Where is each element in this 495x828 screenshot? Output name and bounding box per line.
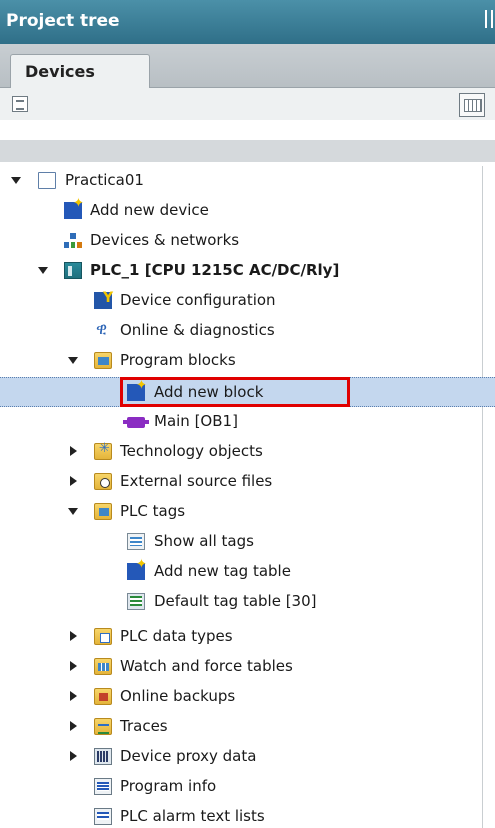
new-item-icon[interactable] <box>12 96 28 112</box>
tree-item-label: Show all tags <box>154 532 254 550</box>
ob-block-icon <box>123 417 149 428</box>
tree-item-label: Online backups <box>120 687 236 705</box>
tree-item-plc-1[interactable]: PLC_1 [CPU 1215C AC/DC/Rly] <box>0 256 482 286</box>
technology-objects-folder-icon <box>94 441 112 460</box>
tree-item-main-ob1[interactable]: Main [OB1] <box>0 407 482 437</box>
online-backups-folder-icon <box>94 688 112 705</box>
tree-item-label: PLC alarm text lists <box>120 807 265 825</box>
online-diagnostics-icon <box>94 319 112 339</box>
plc-data-types-folder-icon <box>94 628 112 645</box>
tree-item-online-backups[interactable]: Online backups <box>0 682 482 712</box>
project-tree-title-bar: Project tree <box>0 0 495 44</box>
tree-item-label: Watch and force tables <box>120 657 293 675</box>
tree-item-label: Program blocks <box>120 351 236 369</box>
watch-force-folder-icon <box>94 658 112 675</box>
tree-item-label: Devices & networks <box>90 231 240 249</box>
tree-item-label: Device configuration <box>120 291 276 309</box>
tree-item-plc-alarm-text-lists[interactable]: PLC alarm text lists <box>0 802 482 828</box>
collapse-arrow-icon[interactable] <box>70 691 77 701</box>
devices-networks-icon <box>64 232 82 249</box>
tag-table-icon <box>127 593 145 610</box>
tree-item-label: Default tag table [30] <box>154 592 317 610</box>
tree-item-label: PLC tags <box>120 502 186 520</box>
column-separator <box>482 166 483 828</box>
tab-devices[interactable]: Devices <box>10 54 150 89</box>
tree-item-devices-networks[interactable]: Devices & networks <box>0 226 482 256</box>
tree-item-program-blocks[interactable]: Program blocks <box>0 346 482 376</box>
collapse-arrow-icon[interactable] <box>70 631 77 641</box>
tree-item-external-source-files[interactable]: External source files <box>0 467 482 497</box>
tab-strip: Devices <box>0 44 495 89</box>
pin-panel-icon[interactable] <box>485 10 493 28</box>
show-all-tags-icon <box>127 533 145 550</box>
alarm-text-lists-icon <box>94 808 112 825</box>
tree-item-label: Practica01 <box>65 171 144 189</box>
tree-item-show-all-tags[interactable]: Show all tags <box>0 527 482 557</box>
tree-item-label: Technology objects <box>120 442 263 460</box>
tree-item-device-proxy-data[interactable]: Device proxy data <box>0 742 482 772</box>
tree-item-online-diagnostics[interactable]: Online & diagnostics <box>0 316 482 346</box>
tree-item-add-new-tag-table[interactable]: Add new tag table <box>0 557 482 587</box>
highlight-box <box>120 377 350 407</box>
tree-item-label: PLC_1 [CPU 1215C AC/DC/Rly] <box>90 261 340 279</box>
tree-item-practica01[interactable]: Practica01 <box>0 166 482 196</box>
project-page-icon <box>38 172 56 189</box>
tree-item-label: Traces <box>120 717 168 735</box>
tree-item-program-info[interactable]: Program info <box>0 772 482 802</box>
tree-item-traces[interactable]: Traces <box>0 712 482 742</box>
tree-item-plc-data-types[interactable]: PLC data types <box>0 622 482 652</box>
tree-item-label: Add new device <box>90 201 209 219</box>
add-new-device-icon <box>64 196 84 219</box>
tree-item-label: Add new tag table <box>154 562 291 580</box>
collapse-arrow-icon[interactable] <box>70 661 77 671</box>
tree-item-label: Online & diagnostics <box>120 321 275 339</box>
tree-toolbar <box>0 88 495 120</box>
collapse-arrow-icon[interactable] <box>70 721 77 731</box>
tree-item-device-configuration[interactable]: Device configuration <box>0 286 482 316</box>
tree-item-plc-tags[interactable]: PLC tags <box>0 497 482 527</box>
overview-toggle-icon[interactable] <box>459 93 485 117</box>
tree-item-label: External source files <box>120 472 273 490</box>
tree-item-default-tag-table[interactable]: Default tag table [30] <box>0 587 482 617</box>
expand-arrow-icon[interactable] <box>68 508 78 515</box>
traces-folder-icon <box>94 718 112 735</box>
tree-item-label: Device proxy data <box>120 747 257 765</box>
expand-arrow-icon[interactable] <box>68 357 78 364</box>
expand-arrow-icon[interactable] <box>11 177 21 184</box>
program-info-icon <box>94 778 112 795</box>
collapse-arrow-icon[interactable] <box>70 476 77 486</box>
tree-header-band <box>0 140 495 162</box>
panel-title: Project tree <box>6 11 120 31</box>
tree-item-label: PLC data types <box>120 627 233 645</box>
plc-icon <box>64 262 82 279</box>
plc-tags-folder-icon <box>94 503 112 520</box>
collapse-arrow-icon[interactable] <box>70 446 77 456</box>
device-configuration-icon <box>94 290 113 309</box>
tree-item-technology-objects[interactable]: Technology objects <box>0 437 482 467</box>
add-tag-table-icon <box>127 557 147 580</box>
external-source-folder-icon <box>94 473 112 490</box>
tree-item-label: Program info <box>120 777 217 795</box>
tree-item-add-new-device[interactable]: Add new device <box>0 196 482 226</box>
device-proxy-icon <box>94 748 112 765</box>
collapse-arrow-icon[interactable] <box>70 751 77 761</box>
expand-arrow-icon[interactable] <box>38 267 48 274</box>
program-blocks-folder-icon <box>94 352 112 369</box>
tree-item-watch-force-tables[interactable]: Watch and force tables <box>0 652 482 682</box>
tree-item-label: Main [OB1] <box>154 412 238 430</box>
